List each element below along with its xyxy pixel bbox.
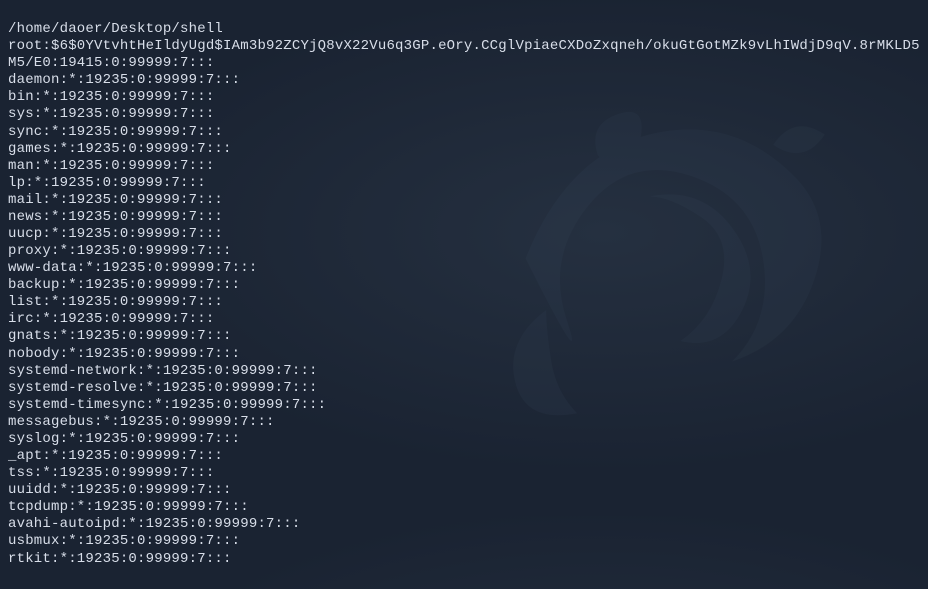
shadow-entry: syslog:*:19235:0:99999:7::: bbox=[8, 431, 920, 448]
shadow-entry: tss:*:19235:0:99999:7::: bbox=[8, 465, 920, 482]
shadow-entry: gnats:*:19235:0:99999:7::: bbox=[8, 328, 920, 345]
shadow-entry: backup:*:19235:0:99999:7::: bbox=[8, 277, 920, 294]
shadow-entry: irc:*:19235:0:99999:7::: bbox=[8, 311, 920, 328]
shadow-entry: sync:*:19235:0:99999:7::: bbox=[8, 124, 920, 141]
shadow-entry: uuidd:*:19235:0:99999:7::: bbox=[8, 482, 920, 499]
shadow-entry: uucp:*:19235:0:99999:7::: bbox=[8, 226, 920, 243]
shadow-entry: systemd-resolve:*:19235:0:99999:7::: bbox=[8, 380, 920, 397]
shadow-entry: mail:*:19235:0:99999:7::: bbox=[8, 192, 920, 209]
shadow-entry: usbmux:*:19235:0:99999:7::: bbox=[8, 533, 920, 550]
shadow-entry: daemon:*:19235:0:99999:7::: bbox=[8, 72, 920, 89]
shadow-entry: news:*:19235:0:99999:7::: bbox=[8, 209, 920, 226]
shadow-entry: systemd-network:*:19235:0:99999:7::: bbox=[8, 363, 920, 380]
shadow-entry: root:$6$0YVtvhtHeIldyUgd$IAm3b92ZCYjQ8vX… bbox=[8, 38, 920, 72]
cwd-line: /home/daoer/Desktop/shell bbox=[8, 21, 920, 38]
shadow-entry: games:*:19235:0:99999:7::: bbox=[8, 141, 920, 158]
shadow-entry: man:*:19235:0:99999:7::: bbox=[8, 158, 920, 175]
shadow-entry: www-data:*:19235:0:99999:7::: bbox=[8, 260, 920, 277]
shadow-entry: avahi-autoipd:*:19235:0:99999:7::: bbox=[8, 516, 920, 533]
terminal-output[interactable]: /home/daoer/Desktop/shellroot:$6$0YVtvht… bbox=[0, 0, 928, 589]
shadow-entry: bin:*:19235:0:99999:7::: bbox=[8, 89, 920, 106]
shadow-entry: systemd-timesync:*:19235:0:99999:7::: bbox=[8, 397, 920, 414]
shadow-entry: _apt:*:19235:0:99999:7::: bbox=[8, 448, 920, 465]
shadow-entry: proxy:*:19235:0:99999:7::: bbox=[8, 243, 920, 260]
shadow-entry: lp:*:19235:0:99999:7::: bbox=[8, 175, 920, 192]
shadow-entry: list:*:19235:0:99999:7::: bbox=[8, 294, 920, 311]
shadow-entry: tcpdump:*:19235:0:99999:7::: bbox=[8, 499, 920, 516]
shadow-entry: nobody:*:19235:0:99999:7::: bbox=[8, 346, 920, 363]
shadow-entry: sys:*:19235:0:99999:7::: bbox=[8, 106, 920, 123]
shadow-entry: messagebus:*:19235:0:99999:7::: bbox=[8, 414, 920, 431]
shadow-entry: rtkit:*:19235:0:99999:7::: bbox=[8, 551, 920, 568]
